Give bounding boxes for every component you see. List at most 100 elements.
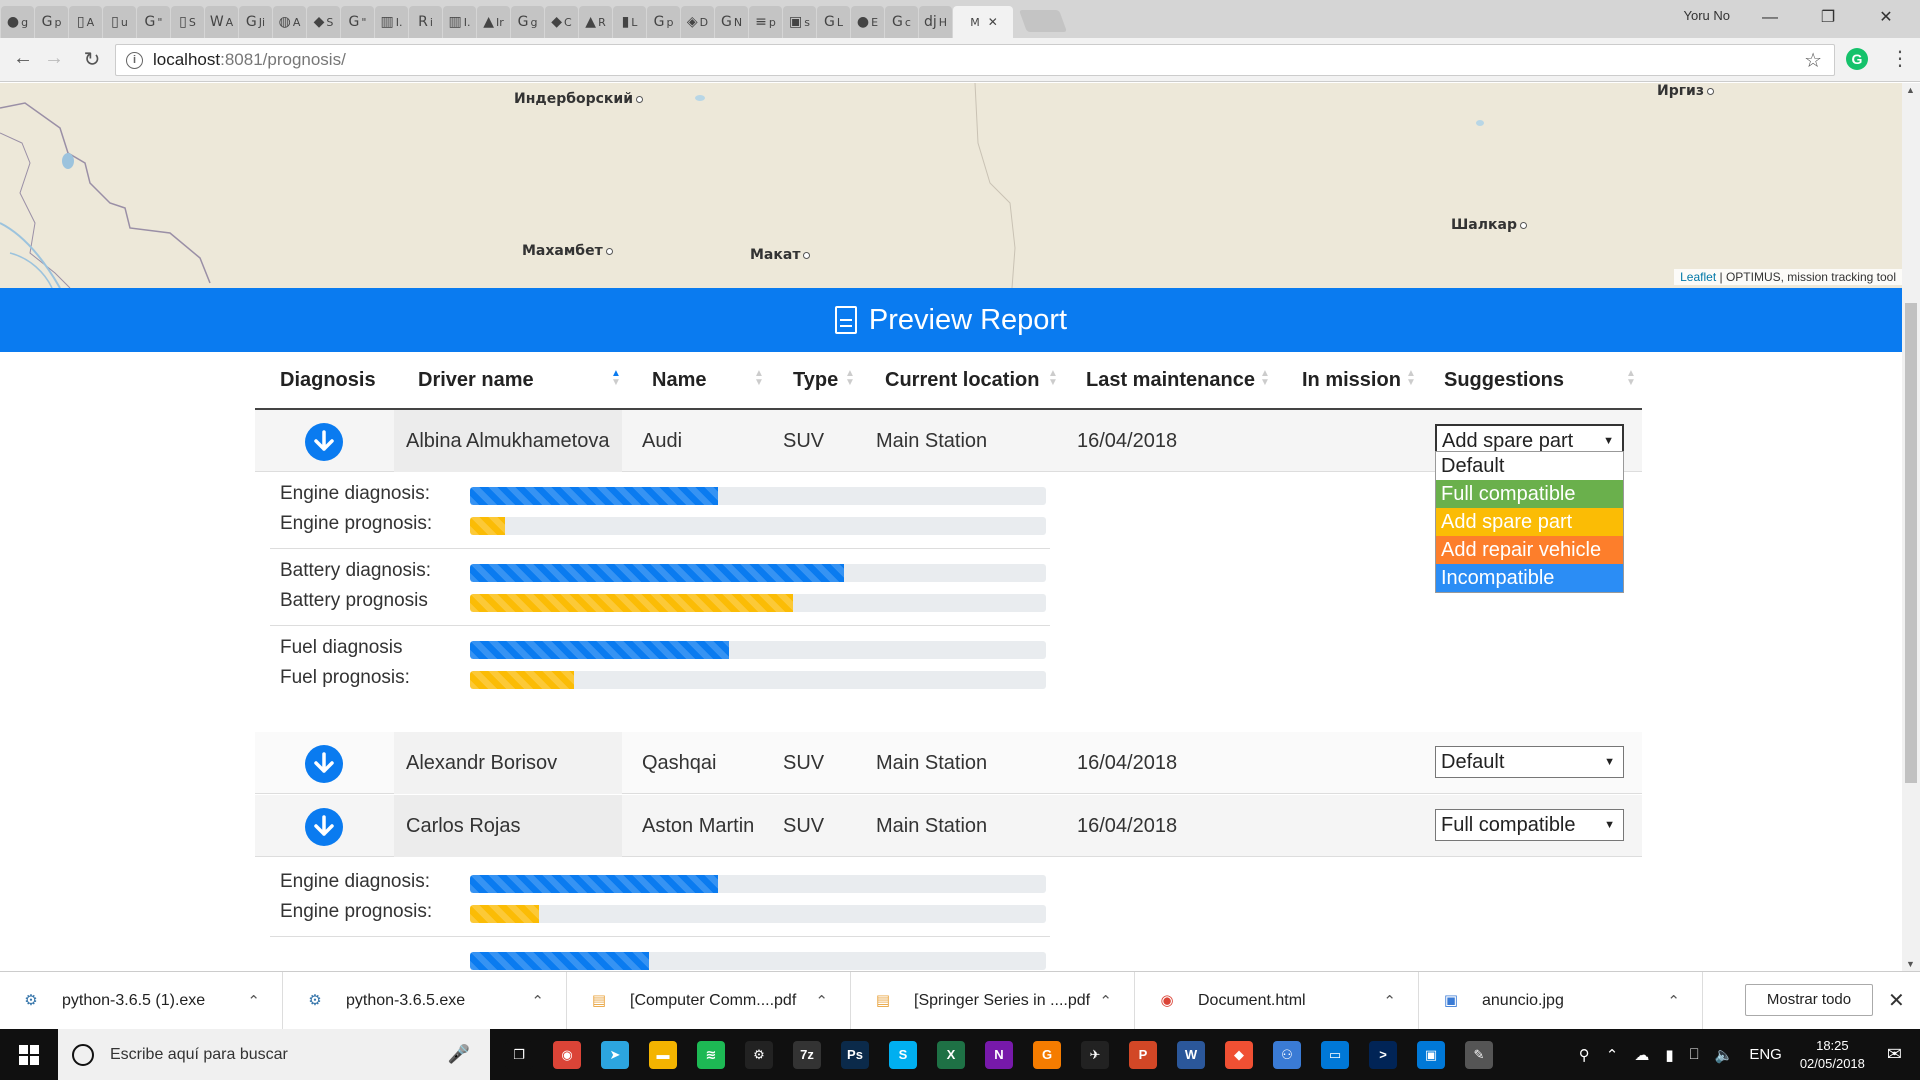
remote-desktop-icon[interactable]: ▭ [1311, 1029, 1359, 1080]
site-info-icon[interactable]: i [126, 51, 143, 69]
expand-diagnosis-icon[interactable] [305, 808, 343, 846]
browser-tab[interactable]: ≡ p [749, 6, 782, 38]
close-icon[interactable]: ✕ [1888, 988, 1905, 1013]
telegram-icon[interactable]: ➤ [591, 1029, 639, 1080]
scroll-up-icon[interactable]: ▲ [1906, 85, 1915, 95]
browser-tab[interactable]: GN [715, 6, 748, 38]
word-icon[interactable]: W [1167, 1029, 1215, 1080]
forward-icon[interactable]: → [41, 47, 67, 70]
column-header-suggestions[interactable]: Suggestions [1444, 352, 1564, 408]
file-explorer-icon[interactable]: ▬ [639, 1029, 687, 1080]
scrollbar-thumb[interactable] [1905, 303, 1917, 783]
onenote-icon[interactable]: N [975, 1029, 1023, 1080]
browser-tab[interactable]: Ri [409, 6, 442, 38]
task-view-icon[interactable]: ❐ [495, 1029, 543, 1080]
pycharm-icon[interactable]: ✈ [1071, 1029, 1119, 1080]
photoshop-icon[interactable]: Ps [831, 1029, 879, 1080]
address-bar[interactable]: i localhost:8081/prognosis/ ☆ [115, 44, 1835, 76]
paint-icon[interactable]: ✎ [1455, 1029, 1503, 1080]
column-header-in-mission[interactable]: In mission [1302, 352, 1401, 408]
browser-tab[interactable]: ◆ C [545, 6, 578, 38]
column-header-diagnosis[interactable]: Diagnosis [280, 352, 376, 408]
sort-arrows-icon[interactable]: ▲ ▼ [1260, 369, 1270, 388]
suggestion-select[interactable]: Default ▼ [1435, 746, 1624, 778]
chevron-up-icon[interactable]: ⌃ [1606, 1046, 1619, 1064]
column-header-current-location[interactable]: Current location [885, 352, 1039, 408]
browser-tab[interactable]: dj H [919, 6, 952, 38]
browser-tab[interactable]: Gp [647, 6, 680, 38]
dropdown-option[interactable]: Incompatible [1436, 564, 1623, 592]
restore-icon[interactable]: ❐ [1808, 4, 1848, 32]
sort-arrows-icon[interactable]: ▲ ▼ [1048, 369, 1058, 388]
chevron-up-icon[interactable]: ⌃ [1667, 992, 1680, 1010]
browser-tab[interactable]: ▥ I. [443, 6, 476, 38]
suggestion-select[interactable]: Full compatible ▼ [1435, 809, 1624, 841]
clock[interactable]: 18:25 02/05/2018 [1800, 1037, 1865, 1073]
close-tab-icon[interactable]: ✕ [988, 15, 998, 29]
sort-arrows-icon[interactable]: ▲ ▼ [845, 369, 855, 388]
close-window-icon[interactable]: ✕ [1866, 4, 1906, 32]
dropdown-option[interactable]: Add repair vehicle [1436, 536, 1623, 564]
sort-arrows-icon[interactable]: ▲ ▼ [611, 369, 621, 388]
git-gui-icon[interactable]: ◆ [1215, 1029, 1263, 1080]
browser-tab[interactable]: ▲ R [579, 6, 612, 38]
download-item[interactable]: ▣ anuncio.jpg ⌃ [1420, 972, 1703, 1030]
browser-tab[interactable]: G Ji [239, 6, 272, 38]
browser-tab[interactable]: ▥ I. [375, 6, 408, 38]
browser-tab[interactable]: ◆ S [307, 6, 340, 38]
browser-tab[interactable]: ◈ D [681, 6, 714, 38]
browser-tab[interactable]: ▮ L [613, 6, 646, 38]
table-row[interactable]: Albina Almukhametova Audi SUV Main Stati… [255, 410, 1642, 472]
excel-icon[interactable]: X [927, 1029, 975, 1080]
dropdown-option[interactable]: Add spare part [1436, 508, 1623, 536]
expand-diagnosis-icon[interactable] [305, 423, 343, 461]
browser-tab[interactable]: Gp [35, 6, 68, 38]
download-item[interactable]: ▤ [Springer Series in ....pdf ⌃ [852, 972, 1135, 1030]
column-header-driver-name[interactable]: Driver name [418, 352, 534, 408]
leaflet-link[interactable]: Leaflet [1680, 270, 1716, 284]
input-language[interactable]: ENG [1749, 1046, 1782, 1063]
battery-icon[interactable]: ▮ [1665, 1046, 1673, 1064]
table-row[interactable]: Alexandr Borisov Qashqai SUV Main Statio… [255, 732, 1642, 794]
browser-tab[interactable]: ▲ Ir [477, 6, 510, 38]
network-icon[interactable]: ⎕ [1690, 1046, 1699, 1063]
monitor-icon[interactable]: ▣ [1407, 1029, 1455, 1080]
powerpoint-icon[interactable]: P [1119, 1029, 1167, 1080]
people-icon[interactable]: ⚲ [1579, 1046, 1590, 1064]
cortana-icon[interactable] [72, 1043, 94, 1066]
browser-menu-icon[interactable]: ⋮ [1890, 46, 1910, 71]
chevron-up-icon[interactable]: ⌃ [1383, 992, 1396, 1010]
bookmark-star-icon[interactable]: ☆ [1804, 48, 1822, 73]
browser-tab[interactable]: ● E [851, 6, 884, 38]
browser-tab[interactable]: Gc [885, 6, 918, 38]
browser-tab[interactable]: G " [341, 6, 374, 38]
onedrive-icon[interactable]: ☁ [1634, 1046, 1649, 1064]
spotify-icon[interactable]: ≋ [687, 1029, 735, 1080]
browser-tab[interactable]: ● g [1, 6, 34, 38]
scroll-down-icon[interactable]: ▼ [1906, 959, 1915, 969]
reload-icon[interactable]: ↻ [79, 47, 105, 72]
column-header-type[interactable]: Type [793, 352, 838, 408]
browser-tab[interactable]: G " [137, 6, 170, 38]
browser-tab[interactable]: ▯ u [103, 6, 136, 38]
pdf-reader-icon[interactable]: G [1023, 1029, 1071, 1080]
browser-tab[interactable]: ▣ s [783, 6, 816, 38]
download-item[interactable]: ▤ [Computer Comm....pdf ⌃ [568, 972, 851, 1030]
steam-icon[interactable]: ⚙ [735, 1029, 783, 1080]
column-header-last-maintenance[interactable]: Last maintenance [1086, 352, 1255, 408]
profile-name[interactable]: Yoru No [1684, 8, 1731, 23]
chrome-icon[interactable]: ◉ [543, 1029, 591, 1080]
browser-tab[interactable]: WA [205, 6, 238, 38]
download-item[interactable]: ◉ Document.html ⌃ [1136, 972, 1419, 1030]
browser-tab[interactable]: ▯ A [69, 6, 102, 38]
browser-tab[interactable]: GL [817, 6, 850, 38]
new-tab-button[interactable] [1018, 10, 1068, 32]
sort-arrows-icon[interactable]: ▲ ▼ [1406, 369, 1416, 388]
windows-start-icon[interactable] [0, 1029, 58, 1080]
expand-diagnosis-icon[interactable] [305, 745, 343, 783]
dropdown-option[interactable]: Full compatible [1436, 480, 1623, 508]
taskbar-search-box[interactable]: Escribe aquí para buscar 🎤 [58, 1029, 490, 1080]
table-row[interactable]: Carlos Rojas Aston Martin SUV Main Stati… [255, 795, 1642, 857]
skype-icon[interactable]: S [879, 1029, 927, 1080]
show-all-downloads-button[interactable]: Mostrar todo [1745, 984, 1873, 1016]
